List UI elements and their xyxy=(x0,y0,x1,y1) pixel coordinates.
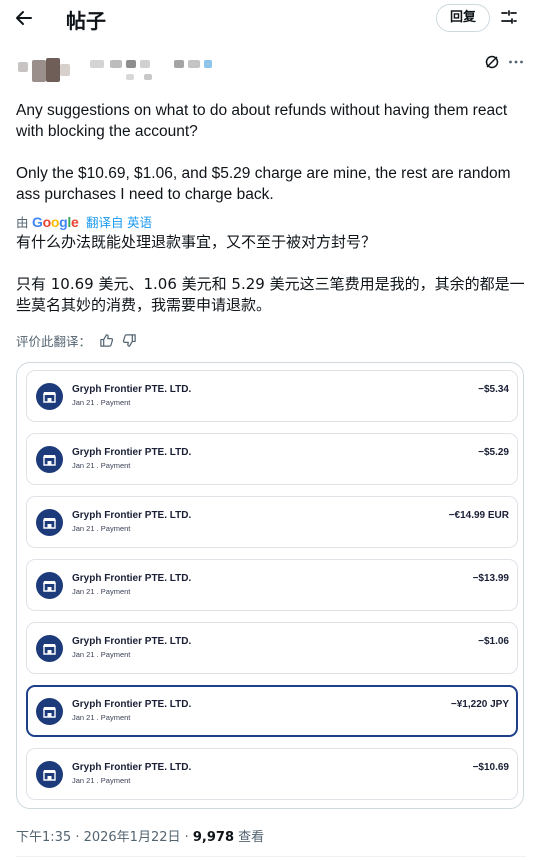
merchant-name: Gryph Frontier PTE. LTD. xyxy=(72,573,192,584)
translated-paragraph: 有什么办法既能处理退款事宜，又不至于被对方封号？ xyxy=(16,233,377,251)
merchant-name: Gryph Frontier PTE. LTD. xyxy=(72,384,192,395)
divider xyxy=(16,856,526,857)
grok-icon[interactable] xyxy=(484,54,500,70)
post-paragraph: Any suggestions on what to do about refu… xyxy=(16,102,508,140)
storefront-icon xyxy=(36,446,63,473)
merchant-name: Gryph Frontier PTE. LTD. xyxy=(72,636,192,647)
google-logo: Google xyxy=(32,214,79,230)
post-timestamp[interactable]: 下午1:35 · 2026年1月22日 · xyxy=(16,830,193,845)
transaction-amount: −$10.69 xyxy=(472,762,509,773)
transaction-date: Jan 21 . Payment xyxy=(72,713,131,722)
transaction-date: Jan 21 . Payment xyxy=(72,650,131,659)
storefront-icon xyxy=(36,635,63,662)
thumbs-down-icon[interactable] xyxy=(122,333,137,348)
transaction-row[interactable]: Gryph Frontier PTE. LTD. Jan 21 . Paymen… xyxy=(26,748,518,800)
transaction-amount: −€14.99 EUR xyxy=(448,510,509,521)
storefront-icon xyxy=(36,572,63,599)
translated-paragraph: 只有 10.69 美元、1.06 美元和 5.29 美元这三笔费用是我的，其余的… xyxy=(16,275,525,314)
more-icon[interactable] xyxy=(508,54,524,70)
storefront-icon xyxy=(36,698,63,725)
page-title: 帖子 xyxy=(66,9,106,33)
transaction-date: Jan 21 . Payment xyxy=(72,398,131,407)
transaction-row[interactable]: Gryph Frontier PTE. LTD. Jan 21 . Paymen… xyxy=(26,370,518,422)
reply-button[interactable]: 回复 xyxy=(436,4,490,32)
merchant-name: Gryph Frontier PTE. LTD. xyxy=(72,762,192,773)
transaction-row[interactable]: Gryph Frontier PTE. LTD. Jan 21 . Paymen… xyxy=(26,559,518,611)
translated-by: 由 Google 翻译自 英语 xyxy=(16,212,152,231)
translation-source-link[interactable]: 翻译自 英语 xyxy=(86,216,152,230)
translated-by-prefix: 由 xyxy=(16,216,29,230)
post-paragraph: Only the $10.69, $1.06, and $5.29 charge… xyxy=(16,165,511,203)
transaction-date: Jan 21 . Payment xyxy=(72,776,131,785)
sliders-icon[interactable] xyxy=(500,8,518,26)
transaction-date: Jan 21 . Payment xyxy=(72,524,131,533)
transaction-amount: −$5.34 xyxy=(478,384,509,395)
post-meta: 下午1:35 · 2026年1月22日 · 9,978 查看 xyxy=(16,826,264,845)
thumbs-up-icon[interactable] xyxy=(99,333,114,348)
transaction-row-selected[interactable]: Gryph Frontier PTE. LTD. Jan 21 . Paymen… xyxy=(26,685,518,737)
storefront-icon xyxy=(36,761,63,788)
transaction-amount: −$1.06 xyxy=(478,636,509,647)
transaction-amount: −¥1,220 JPY xyxy=(450,699,509,710)
merchant-name: Gryph Frontier PTE. LTD. xyxy=(72,447,192,458)
author-info-blurred[interactable] xyxy=(14,54,214,86)
merchant-name: Gryph Frontier PTE. LTD. xyxy=(72,510,192,521)
transaction-row[interactable]: Gryph Frontier PTE. LTD. Jan 21 . Paymen… xyxy=(26,433,518,485)
back-arrow-icon[interactable] xyxy=(14,8,34,28)
views-label: 查看 xyxy=(234,830,265,845)
transaction-date: Jan 21 . Payment xyxy=(72,587,131,596)
transaction-amount: −$13.99 xyxy=(472,573,509,584)
post-text-translation: 有什么办法既能处理退款事宜，又不至于被对方封号？ 只有 10.69 美元、1.0… xyxy=(16,232,526,316)
rate-translation: 评价此翻译： xyxy=(16,331,137,350)
rate-translation-label: 评价此翻译： xyxy=(16,334,92,349)
storefront-icon xyxy=(36,383,63,410)
transaction-row[interactable]: Gryph Frontier PTE. LTD. Jan 21 . Paymen… xyxy=(26,622,518,674)
storefront-icon xyxy=(36,509,63,536)
post-text-english: Any suggestions on what to do about refu… xyxy=(16,100,526,205)
view-count: 9,978 xyxy=(192,830,235,845)
transaction-date: Jan 21 . Payment xyxy=(72,461,131,470)
merchant-name: Gryph Frontier PTE. LTD. xyxy=(72,699,192,710)
attached-image[interactable]: Gryph Frontier PTE. LTD. Jan 21 . Paymen… xyxy=(16,362,524,809)
top-bar: 帖子 回复 xyxy=(0,0,538,34)
transaction-amount: −$5.29 xyxy=(478,447,509,458)
transaction-row[interactable]: Gryph Frontier PTE. LTD. Jan 21 . Paymen… xyxy=(26,496,518,548)
